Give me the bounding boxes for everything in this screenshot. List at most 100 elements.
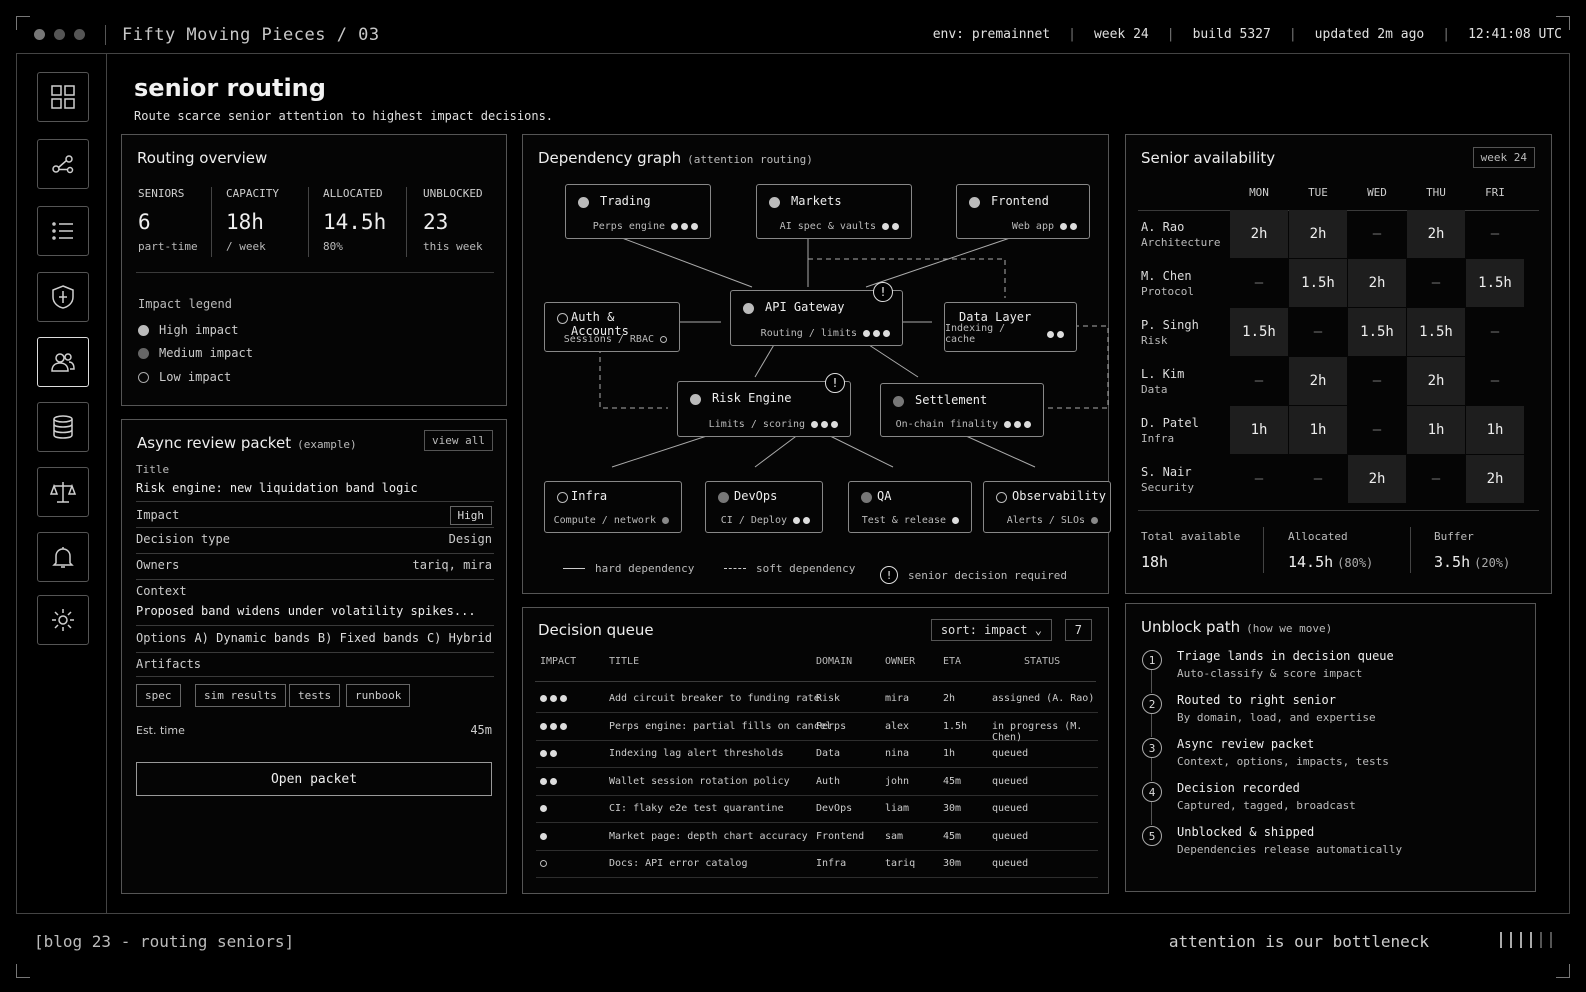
dashed-line-icon bbox=[724, 568, 746, 569]
node-infra[interactable]: Infra Compute / network bbox=[544, 481, 682, 533]
availability-cell[interactable]: — bbox=[1289, 308, 1347, 356]
availability-cell[interactable]: 1h bbox=[1230, 406, 1288, 454]
column-header-eta[interactable]: ETA bbox=[943, 656, 961, 667]
availability-cell[interactable]: 2h bbox=[1407, 357, 1465, 405]
availability-cell[interactable]: 1.5h bbox=[1407, 308, 1465, 356]
column-header-domain[interactable]: DOMAIN bbox=[816, 656, 852, 667]
node-settlement[interactable]: Settlement On-chain finality bbox=[880, 383, 1044, 437]
cell-title: Wallet session rotation policy bbox=[609, 775, 790, 787]
medium-impact-dot-icon bbox=[861, 492, 872, 503]
solid-line-icon bbox=[563, 568, 585, 569]
node-auth[interactable]: Auth & Accounts Sessions / RBAC bbox=[544, 302, 680, 352]
table-row[interactable]: Docs: API error catalog Infra tariq 30m queu… bbox=[536, 850, 1098, 878]
availability-cell[interactable]: — bbox=[1466, 210, 1524, 258]
node-name: API Gateway bbox=[765, 300, 845, 314]
node-name: Risk Engine bbox=[712, 391, 792, 405]
availability-cell[interactable]: — bbox=[1466, 357, 1524, 405]
availability-cell[interactable]: 1.5h bbox=[1348, 308, 1406, 356]
table-row[interactable]: Wallet session rotation policy Auth john 45… bbox=[536, 768, 1098, 796]
warning-icon[interactable]: ! bbox=[825, 373, 845, 393]
availability-cell[interactable]: 2h bbox=[1289, 210, 1347, 258]
table-row[interactable]: Perps engine: partial fills on cancel Per… bbox=[536, 713, 1098, 743]
cell-owner: mira bbox=[885, 693, 910, 704]
node-sub: Web app bbox=[1012, 221, 1077, 232]
cell-domain: Infra bbox=[816, 858, 847, 869]
step-connector bbox=[1151, 670, 1152, 693]
availability-cell[interactable]: 2h bbox=[1230, 210, 1288, 258]
cell-title: CI: flaky e2e test quarantine bbox=[609, 803, 784, 814]
table-row[interactable]: Indexing lag alert thresholds Data nina 1h q… bbox=[536, 740, 1098, 768]
availability-cell[interactable]: — bbox=[1407, 259, 1465, 307]
impact-dots-icon bbox=[540, 750, 557, 757]
step-number: 1 bbox=[1142, 650, 1162, 670]
availability-cell[interactable]: 2h bbox=[1348, 455, 1406, 503]
availability-cell[interactable]: 1.5h bbox=[1230, 308, 1288, 356]
table-row[interactable]: Add circuit breaker to funding rate Risk m… bbox=[536, 685, 1098, 713]
availability-cell[interactable]: — bbox=[1348, 210, 1406, 258]
availability-cell[interactable]: 2h bbox=[1289, 357, 1347, 405]
cell-status: queued bbox=[992, 858, 1029, 869]
divider bbox=[535, 681, 1096, 682]
node-sub-text: Limits / scoring bbox=[708, 419, 805, 430]
availability-cell[interactable]: — bbox=[1289, 455, 1347, 503]
high-impact-dot-icon bbox=[769, 197, 780, 208]
column-header-owner[interactable]: OWNER bbox=[885, 656, 915, 667]
impact-dots-icon bbox=[1091, 517, 1098, 524]
day-header: TUE bbox=[1308, 186, 1328, 199]
table-row[interactable]: CI: flaky e2e test quarantine DevOps liam 3… bbox=[536, 795, 1098, 823]
step-title: Routed to right senior bbox=[1177, 693, 1336, 707]
week-selector[interactable]: week 24 bbox=[1472, 147, 1535, 168]
senior-name-text: L. Kim bbox=[1141, 367, 1185, 381]
panel-title: Unblock path (how we move) bbox=[1141, 618, 1332, 636]
availability-cell[interactable]: — bbox=[1230, 259, 1288, 307]
impact-dots-icon bbox=[863, 330, 890, 337]
day-header: FRI bbox=[1485, 186, 1505, 199]
edge-trading-api bbox=[621, 237, 753, 288]
cell-domain: DevOps bbox=[816, 803, 853, 814]
impact-dots-icon bbox=[1060, 223, 1077, 230]
cell-eta: 1.5h bbox=[943, 720, 968, 732]
availability-cell[interactable]: 1h bbox=[1407, 406, 1465, 454]
column-header-impact[interactable]: IMPACT bbox=[540, 656, 576, 667]
cell-status: queued bbox=[992, 775, 1029, 787]
availability-cell[interactable]: 1.5h bbox=[1289, 259, 1347, 307]
availability-cell[interactable]: — bbox=[1230, 357, 1288, 405]
node-markets[interactable]: Markets AI spec & vaults bbox=[756, 184, 912, 239]
node-name: Observability bbox=[1012, 489, 1106, 503]
node-qa[interactable]: QA Test & release bbox=[848, 481, 972, 533]
table-row[interactable]: Market page: depth chart accuracy Fronten… bbox=[536, 823, 1098, 851]
chevron-down-icon: ⌄ bbox=[1034, 623, 1042, 637]
node-trading[interactable]: Trading Perps engine bbox=[565, 184, 711, 239]
availability-cell[interactable]: — bbox=[1407, 455, 1465, 503]
node-frontend[interactable]: Frontend Web app bbox=[956, 184, 1090, 239]
node-observability[interactable]: Observability Alerts / SLOs bbox=[983, 481, 1111, 533]
node-risk-engine[interactable]: Risk Engine Limits / scoring bbox=[677, 381, 851, 437]
availability-cell[interactable]: 1.5h bbox=[1466, 259, 1524, 307]
cell-title: Docs: API error catalog bbox=[609, 858, 748, 869]
senior-name: M. Chen Protocol bbox=[1141, 269, 1194, 298]
availability-cell[interactable]: 2h bbox=[1348, 259, 1406, 307]
availability-cell[interactable]: 2h bbox=[1407, 210, 1465, 258]
availability-cell[interactable]: 1h bbox=[1289, 406, 1347, 454]
node-data-layer[interactable]: Data Layer Indexing / cache bbox=[944, 302, 1077, 352]
node-devops[interactable]: DevOps CI / Deploy bbox=[705, 481, 823, 533]
node-sub: AI spec & vaults bbox=[780, 221, 899, 232]
availability-cell[interactable]: — bbox=[1466, 308, 1524, 356]
total-label: Total available bbox=[1141, 530, 1241, 543]
availability-cell[interactable]: — bbox=[1348, 357, 1406, 405]
step-title: Async review packet bbox=[1177, 737, 1315, 751]
column-header-status[interactable]: STATUS bbox=[1024, 656, 1060, 667]
sort-dropdown[interactable]: sort: impact ⌄ bbox=[930, 619, 1052, 641]
divider bbox=[1263, 527, 1264, 573]
impact-dots-icon bbox=[811, 421, 838, 428]
warning-icon[interactable]: ! bbox=[873, 282, 893, 302]
availability-cell[interactable]: 1h bbox=[1466, 406, 1524, 454]
availability-cell[interactable]: — bbox=[1230, 455, 1288, 503]
availability-cell[interactable]: 2h bbox=[1466, 455, 1524, 503]
panel-title-text: Unblock path bbox=[1141, 618, 1241, 636]
column-header-title[interactable]: TITLE bbox=[609, 656, 639, 667]
availability-cell[interactable]: — bbox=[1348, 406, 1406, 454]
cell-status: queued bbox=[992, 748, 1029, 759]
cell-owner: sam bbox=[885, 830, 904, 842]
cell-eta: 30m bbox=[943, 803, 962, 814]
